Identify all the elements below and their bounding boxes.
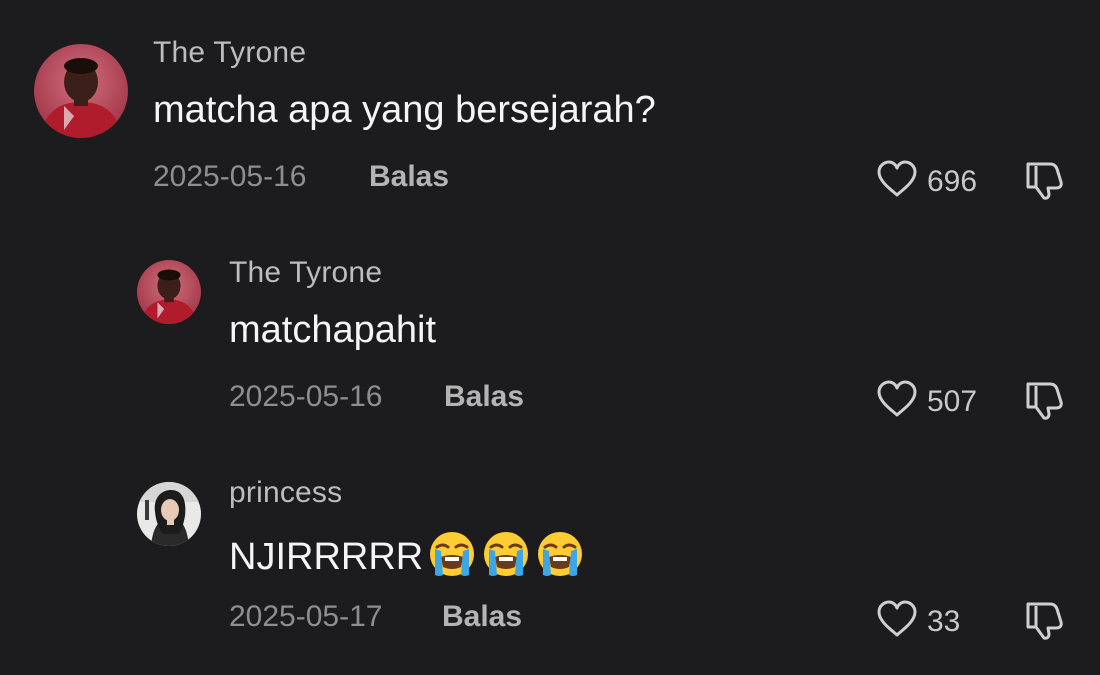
comment-text: NJIRRRRR bbox=[229, 529, 585, 579]
reply-button[interactable]: Balas bbox=[369, 160, 449, 194]
reply-comment-item: princess NJIRRRRR 2025-05-17 Balas 33 bbox=[0, 460, 1100, 670]
comment-text: matchapahit bbox=[229, 309, 437, 351]
heart-outline-icon bbox=[875, 600, 919, 643]
comment-username[interactable]: The Tyrone bbox=[153, 36, 306, 70]
like-count: 696 bbox=[927, 164, 978, 198]
comment-text-body: NJIRRRRR bbox=[229, 536, 424, 578]
loudly-crying-face-icon bbox=[484, 532, 529, 576]
dislike-button[interactable] bbox=[1022, 600, 1070, 645]
heart-outline-icon bbox=[875, 380, 919, 423]
reply-button[interactable]: Balas bbox=[442, 600, 522, 634]
comment-date: 2025-05-16 bbox=[153, 160, 307, 193]
thumbs-down-icon bbox=[1022, 602, 1070, 644]
comment-text: matcha apa yang bersejarah? bbox=[153, 89, 656, 131]
thumbs-down-icon bbox=[1022, 382, 1070, 424]
like-button[interactable]: 33 bbox=[875, 600, 960, 643]
thumbs-down-icon bbox=[1022, 162, 1070, 204]
comment-username[interactable]: princess bbox=[229, 476, 342, 510]
avatar[interactable] bbox=[137, 482, 201, 546]
loudly-crying-face-icon bbox=[430, 532, 475, 576]
comment-thread: The Tyrone matcha apa yang bersejarah? 2… bbox=[0, 0, 1100, 675]
comment-date: 2025-05-16 bbox=[229, 380, 383, 413]
avatar[interactable] bbox=[137, 260, 201, 324]
avatar[interactable] bbox=[34, 44, 128, 138]
like-button[interactable]: 507 bbox=[875, 380, 977, 423]
reply-button[interactable]: Balas bbox=[444, 380, 524, 414]
comment-date: 2025-05-17 bbox=[229, 600, 383, 633]
like-count: 33 bbox=[927, 604, 961, 638]
reply-comment-item: The Tyrone matchapahit 2025-05-16 Balas … bbox=[0, 240, 1100, 440]
dislike-button[interactable] bbox=[1022, 160, 1070, 205]
loudly-crying-face-icon bbox=[538, 532, 583, 576]
heart-outline-icon bbox=[875, 160, 919, 203]
dislike-button[interactable] bbox=[1022, 380, 1070, 425]
like-count: 507 bbox=[927, 384, 978, 418]
like-button[interactable]: 696 bbox=[875, 160, 977, 203]
comment-username[interactable]: The Tyrone bbox=[229, 256, 382, 290]
comment-item: The Tyrone matcha apa yang bersejarah? 2… bbox=[0, 0, 1100, 210]
emoji-list bbox=[423, 532, 585, 578]
